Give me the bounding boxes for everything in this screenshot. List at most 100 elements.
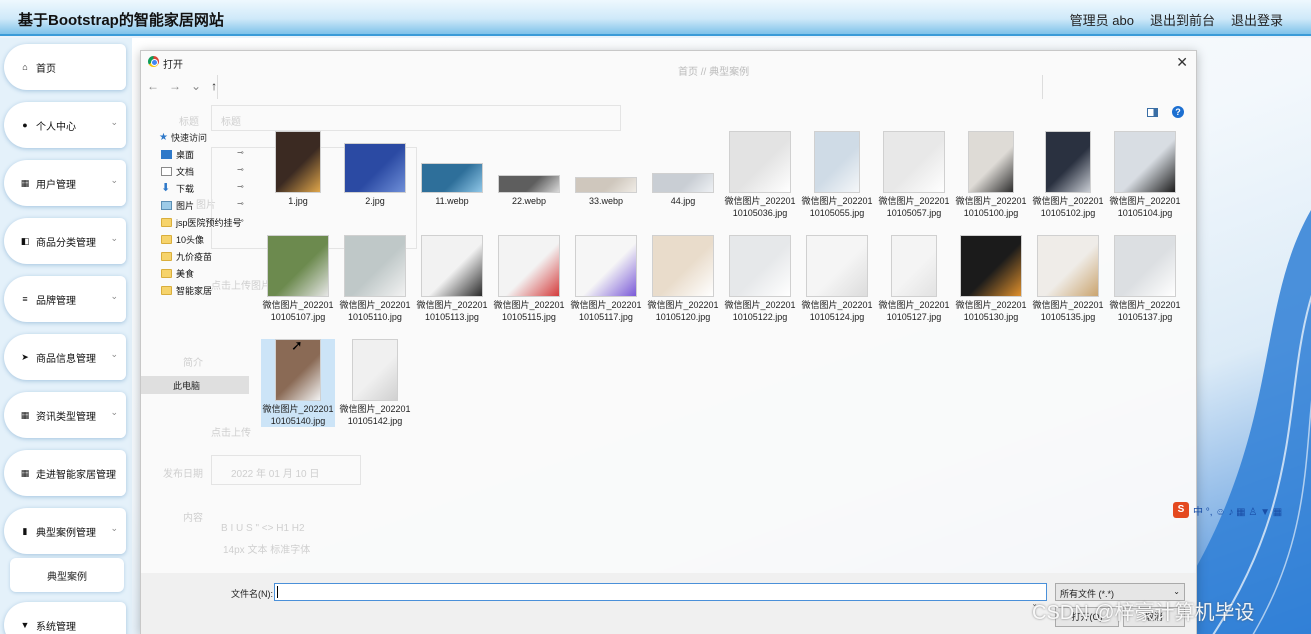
image-thumbnail bbox=[1114, 131, 1176, 193]
file-item[interactable]: 微信图片_20220110105055.jpg bbox=[800, 131, 874, 219]
file-item[interactable]: 微信图片_20220110105110.jpg bbox=[338, 235, 412, 323]
sidebar-item-1[interactable]: ● 个人中心 ⌄ bbox=[4, 102, 126, 148]
filename-input[interactable]: ⌄ bbox=[274, 583, 1047, 608]
file-item[interactable]: 微信图片_20220110105113.jpg bbox=[415, 235, 489, 323]
sidebar-item-label: 用户管理 bbox=[36, 179, 76, 191]
sidebar-item-8[interactable]: ▮ 典型案例管理 ⌄ bbox=[4, 508, 126, 554]
search-box[interactable] bbox=[1045, 75, 1193, 99]
file-item[interactable]: 微信图片_20220110105127.jpg bbox=[877, 235, 951, 323]
image-thumbnail bbox=[1037, 235, 1099, 297]
nav-item-label: 九价疫苗 bbox=[176, 252, 213, 262]
close-icon[interactable]: ✕ bbox=[1176, 54, 1188, 71]
sidebar-item-7[interactable]: ▦ 走进智能家居管理 ⌄ bbox=[4, 450, 126, 496]
sidebar-item-label: 品牌管理 bbox=[36, 295, 76, 307]
file-item[interactable]: 微信图片_20220110105100.jpg bbox=[954, 131, 1028, 219]
nav-item-1[interactable]: 文档 bbox=[161, 165, 194, 178]
file-name: 微信图片_20220110105055.jpg bbox=[801, 196, 873, 218]
pin-icon: ⊸ bbox=[237, 165, 244, 174]
file-item[interactable]: 33.webp bbox=[569, 131, 643, 207]
file-item[interactable]: 微信图片_20220110105036.jpg bbox=[723, 131, 797, 219]
file-item[interactable]: 微信图片_20220110105130.jpg bbox=[954, 235, 1028, 323]
logout-link[interactable]: 退出登录 bbox=[1231, 10, 1283, 29]
file-name: 1.jpg bbox=[288, 196, 308, 206]
nav-item-3[interactable]: 图片 bbox=[161, 199, 194, 212]
pin-icon: ⊸ bbox=[237, 182, 244, 191]
file-item[interactable]: 微信图片_20220110105102.jpg bbox=[1031, 131, 1105, 219]
chevron-down-icon: ⌄ bbox=[110, 117, 118, 127]
file-name: 微信图片_20220110105104.jpg bbox=[1109, 196, 1181, 218]
sidebar-item-6[interactable]: ▦ 资讯类型管理 ⌄ bbox=[4, 392, 126, 438]
file-item[interactable]: 11.webp bbox=[415, 131, 489, 207]
ghost-summary-label: 简介 bbox=[183, 358, 203, 369]
image-thumbnail bbox=[652, 173, 714, 193]
bar-chart-icon: ▮ bbox=[22, 525, 28, 536]
pin-icon: ⊸ bbox=[237, 148, 244, 157]
file-item[interactable]: 微信图片_20220110105107.jpg bbox=[261, 235, 335, 323]
file-item[interactable]: 22.webp bbox=[492, 131, 566, 207]
file-item[interactable]: 微信图片_20220110105104.jpg bbox=[1108, 131, 1182, 219]
address-bar[interactable] bbox=[217, 75, 1043, 99]
sidebar-item-label: 首页 bbox=[36, 63, 56, 75]
help-icon[interactable]: ? bbox=[1172, 106, 1184, 118]
file-item[interactable]: 微信图片_20220110105120.jpg bbox=[646, 235, 720, 323]
nav-item-label: jsp医院预约挂号 bbox=[176, 218, 242, 228]
sidebar-item-2[interactable]: ▦ 用户管理 ⌄ bbox=[4, 160, 126, 206]
nav-item-8[interactable]: 智能家居 bbox=[161, 284, 212, 297]
sidebar-item-4[interactable]: ≡ 品牌管理 ⌄ bbox=[4, 276, 126, 322]
admin-user-link[interactable]: 管理员 abo bbox=[1070, 10, 1134, 29]
chevron-down-icon: ⌄ bbox=[110, 233, 118, 243]
shield-icon: ▼ bbox=[20, 620, 30, 630]
file-item[interactable]: 微信图片_20220110105115.jpg bbox=[492, 235, 566, 323]
ime-toolbar[interactable]: S 中 °, ☺ ♪ ▦ ♙ ▼ ▦ bbox=[1173, 501, 1282, 519]
quick-access[interactable]: ★ 快速访问 bbox=[159, 131, 207, 144]
back-arrow-icon[interactable]: ← bbox=[147, 79, 159, 93]
file-name: 微信图片_20220110105057.jpg bbox=[878, 196, 950, 218]
file-item[interactable]: 1.jpg bbox=[261, 131, 335, 207]
grid-icon: ▦ bbox=[20, 467, 30, 478]
image-thumbnail bbox=[575, 235, 637, 297]
file-item[interactable]: 微信图片_20220110105124.jpg bbox=[800, 235, 874, 323]
ghost-content-label: 内容 bbox=[183, 513, 203, 524]
file-name: 微信图片_20220110105113.jpg bbox=[416, 300, 488, 322]
forward-arrow-icon[interactable]: → bbox=[169, 79, 181, 93]
ghost-title-placeholder: 标题 bbox=[221, 117, 241, 128]
sidebar-subitem-cases[interactable]: 典型案例 bbox=[10, 558, 124, 592]
file-item[interactable]: 44.jpg bbox=[646, 131, 720, 207]
file-item[interactable]: 微信图片_20220110105135.jpg bbox=[1031, 235, 1105, 323]
chevron-down-icon: ⌄ bbox=[110, 175, 118, 185]
file-item[interactable]: 微信图片_20220110105142.jpg bbox=[338, 339, 412, 427]
file-item[interactable]: 微信图片_20220110105137.jpg bbox=[1108, 235, 1182, 323]
view-controls: ? bbox=[1147, 106, 1184, 118]
exit-to-front-link[interactable]: 退出到前台 bbox=[1150, 10, 1215, 29]
nav-item-7[interactable]: 美食 bbox=[161, 267, 194, 280]
file-item[interactable]: 微信图片_20220110105117.jpg bbox=[569, 235, 643, 323]
ghost-date-label: 发布日期 bbox=[163, 469, 203, 480]
sidebar-item-system[interactable]: ▼ 系统管理 bbox=[4, 602, 126, 634]
grid-icon: ▦ bbox=[20, 177, 30, 188]
file-item[interactable]: 微信图片_20220110105057.jpg bbox=[877, 131, 951, 219]
file-name: 44.jpg bbox=[670, 196, 696, 206]
nav-item-6[interactable]: 九价疫苗 bbox=[161, 250, 212, 263]
nav-item-5[interactable]: 10头像 bbox=[161, 233, 204, 246]
chevron-down-icon: ⌄ bbox=[110, 523, 118, 533]
recent-dropdown-icon[interactable]: ⌄ bbox=[191, 79, 201, 93]
nav-item-0[interactable]: 桌面 bbox=[161, 148, 194, 161]
file-item[interactable]: 2.jpg bbox=[338, 131, 412, 207]
image-thumbnail bbox=[344, 143, 406, 193]
file-name: 微信图片_20220110105135.jpg bbox=[1032, 300, 1104, 322]
this-pc[interactable]: 此电脑 bbox=[141, 376, 249, 394]
sidebar-item-label: 个人中心 bbox=[36, 121, 76, 133]
sidebar-item-3[interactable]: ◧ 商品分类管理 ⌄ bbox=[4, 218, 126, 264]
sidebar-item-label: 典型案例管理 bbox=[36, 527, 96, 539]
nav-item-2[interactable]: ⬇ 下载 bbox=[161, 182, 194, 195]
document-icon bbox=[161, 167, 172, 176]
file-item[interactable]: 微信图片_20220110105122.jpg bbox=[723, 235, 797, 323]
nav-item-4[interactable]: jsp医院预约挂号 bbox=[161, 216, 242, 229]
sidebar-item-5[interactable]: ➤ 商品信息管理 ⌄ bbox=[4, 334, 126, 380]
text-caret bbox=[277, 586, 278, 598]
preview-pane-icon[interactable] bbox=[1147, 107, 1158, 117]
image-thumbnail bbox=[729, 131, 791, 193]
sidebar-item-label: 资讯类型管理 bbox=[36, 411, 96, 423]
sidebar-item-0[interactable]: ⌂ 首页 bbox=[4, 44, 126, 90]
file-name: 22.webp bbox=[511, 196, 547, 206]
